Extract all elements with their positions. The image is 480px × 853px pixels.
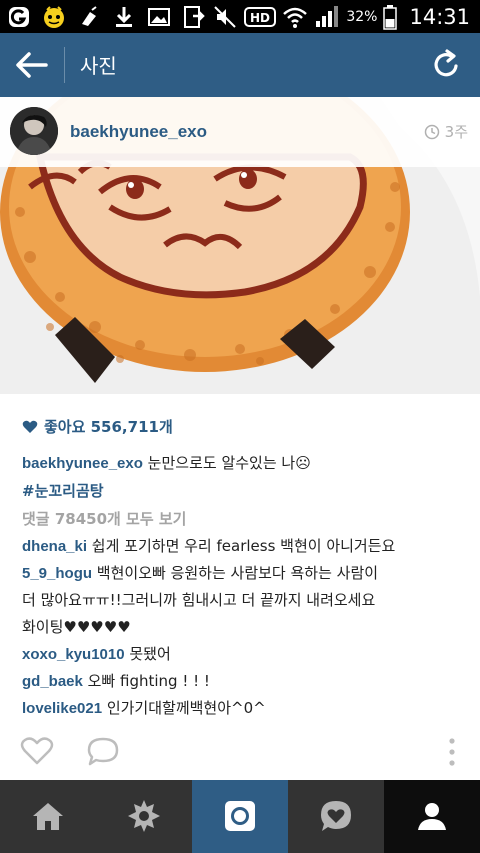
comment-row: xoxo_kyu1010 못됐어	[22, 643, 171, 664]
download-icon	[116, 7, 132, 27]
wifi-icon	[283, 7, 308, 28]
nav-camera[interactable]	[192, 780, 288, 853]
refresh-icon[interactable]	[432, 48, 462, 80]
comment-username[interactable]: lovelike021	[22, 700, 102, 717]
comment-row: lovelike021 인가기대할께백현아^0^	[22, 697, 266, 718]
action-bar: 사진	[0, 33, 480, 97]
battery-icon	[383, 5, 398, 30]
hd-icon: HD	[244, 7, 277, 27]
caption-username[interactable]: baekhyunee_exo	[22, 455, 143, 472]
g-logo-icon	[9, 7, 29, 27]
heart-filled-icon	[22, 420, 38, 433]
comment-row: gd_baek 오빠 fighting ! ! !	[22, 670, 210, 691]
view-all-comments-link[interactable]: 댓글 78450개 모두 보기	[22, 510, 186, 528]
comment-username[interactable]: gd_baek	[22, 673, 83, 690]
comment-username[interactable]: xoxo_kyu1010	[22, 646, 125, 663]
status-right-icons: HD 32% 14:31	[212, 3, 470, 31]
hashtag-line: #눈꼬리곰탕	[22, 480, 104, 501]
camera-icon	[225, 801, 255, 831]
activity-icon	[321, 801, 351, 831]
likes-count: 좋아요 556,711개	[44, 418, 173, 436]
post-header: baekhyunee_exo 3주	[0, 97, 480, 167]
comment-text: 쉽게 포기하면 우리 fearless 백현이 아니거든요	[87, 537, 396, 555]
instagram-photo-screen: HD 32% 14:31 사진 baekhyunee_exo 3주 좋아요 55…	[0, 0, 480, 853]
time-ago: 3주	[444, 123, 468, 141]
like-heart-icon[interactable]	[20, 736, 54, 766]
comment-continuation: 화이팅♥♥♥♥♥	[22, 616, 131, 637]
profile-icon	[418, 803, 446, 830]
caption: baekhyunee_exo 눈만으로도 알수있는 나☹	[22, 452, 311, 473]
signal-icon	[316, 6, 339, 27]
nav-home[interactable]	[0, 780, 96, 853]
comment-text: 더 많아요ㅠㅠ!!그러니까 힘내시고 더 끝까지 내려오세요	[22, 591, 376, 609]
image-icon	[148, 8, 170, 26]
kakao-icon	[44, 6, 64, 28]
explore-icon	[128, 800, 160, 832]
cleaner-icon	[82, 6, 97, 26]
comment-bubble-icon[interactable]	[86, 736, 120, 766]
svg-text:HD: HD	[250, 11, 270, 25]
nav-explore[interactable]	[96, 780, 192, 853]
avatar[interactable]	[10, 107, 58, 155]
status-left-icons	[6, 4, 207, 30]
post-timestamp: 3주	[424, 121, 468, 142]
comment-continuation: 더 많아요ㅠㅠ!!그러니까 힘내시고 더 끝까지 내려오세요	[22, 589, 375, 610]
mute-icon	[214, 6, 237, 28]
comment-row: dhena_ki 쉽게 포기하면 우리 fearless 백현이 아니거든요	[22, 535, 395, 556]
post-details: 좋아요 556,711개 baekhyunee_exo 눈만으로도 알수있는 나…	[0, 394, 480, 780]
comment-username[interactable]: 5_9_hogu	[22, 565, 92, 582]
bottom-navigation	[0, 780, 480, 853]
nav-activity[interactable]	[288, 780, 384, 853]
action-bar-divider	[64, 47, 65, 83]
back-arrow-icon[interactable]	[14, 49, 50, 81]
avatar-image	[10, 107, 58, 155]
comment-text: 오빠 fighting ! ! !	[82, 672, 210, 690]
post-username[interactable]: baekhyunee_exo	[70, 122, 207, 142]
comment-text: 화이팅♥♥♥♥♥	[22, 618, 131, 636]
status-bar: HD 32% 14:31	[0, 0, 480, 33]
view-all-comments-line: 댓글 78450개 모두 보기	[22, 508, 186, 529]
more-options-icon[interactable]	[448, 736, 456, 768]
home-icon	[33, 803, 63, 830]
page-title: 사진	[80, 54, 117, 78]
nav-profile[interactable]	[384, 780, 480, 853]
file-transfer-icon	[184, 6, 205, 28]
clock-time: 14:31	[409, 5, 470, 29]
likes-row[interactable]: 좋아요 556,711개	[22, 416, 173, 437]
battery-percent: 32%	[346, 9, 378, 25]
comment-row: 5_9_hogu 백현이오빠 응원하는 사람보다 욕하는 사람이	[22, 562, 378, 583]
comment-username[interactable]: dhena_ki	[22, 538, 87, 555]
comment-text: 인가기대할께백현아^0^	[102, 699, 266, 717]
caption-text: 눈만으로도 알수있는 나☹	[142, 454, 311, 472]
clock-icon	[424, 124, 439, 139]
comment-text: 백현이오빠 응원하는 사람보다 욕하는 사람이	[92, 564, 379, 582]
hashtag-link[interactable]: #눈꼬리곰탕	[22, 482, 104, 500]
comment-text: 못됐어	[124, 645, 171, 663]
